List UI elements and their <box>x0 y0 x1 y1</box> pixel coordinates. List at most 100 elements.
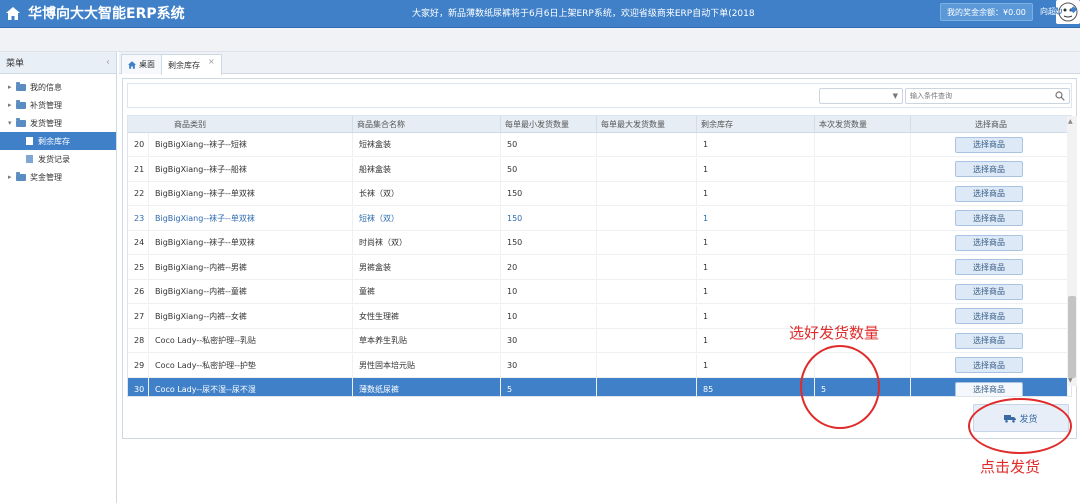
tab-label: 桌面 <box>139 60 155 69</box>
select-product-button[interactable]: 选择商品 <box>955 161 1023 177</box>
row-index: 25 <box>128 255 149 279</box>
header-cell[interactable]: 每单最大发货数量 <box>597 116 697 132</box>
table-row[interactable]: 21 BigBigXiang--袜子--船袜 船袜盒装 50 1 选择商品 <box>128 157 1068 182</box>
cell-min-qty: 50 <box>501 133 597 156</box>
cell-action: 选择商品 <box>911 353 1068 377</box>
annotation-click-ship: 点击发货 <box>980 458 1041 476</box>
filter-select[interactable]: ▼ <box>819 88 903 104</box>
table-row[interactable]: 30 Coco Lady--尿不湿--尿不湿 薄数纸尿裤 5 85 5 选择商品 <box>128 378 1068 396</box>
cell-max-qty <box>597 231 697 254</box>
cell-min-qty: 10 <box>501 304 597 328</box>
cell-stock: 1 <box>697 206 815 230</box>
sidebar-item-shipping[interactable]: ▾ 发货管理 <box>0 114 116 132</box>
select-product-button[interactable]: 选择商品 <box>955 332 1023 349</box>
cell-min-qty: 50 <box>501 157 597 181</box>
table-row[interactable]: 26 BigBigXiang--内裤--童裤 童裤 10 1 选择商品 <box>128 280 1068 304</box>
collapse-left-icon[interactable]: ‹ <box>106 57 110 68</box>
table-row[interactable]: 25 BigBigXiang--内裤--男裤 男裤盒装 20 1 选择商品 <box>128 255 1068 280</box>
sidebar-item-my-info[interactable]: ▸ 我的信息 <box>0 78 116 96</box>
header-cell[interactable]: 剩余库存 <box>697 116 815 132</box>
select-product-button[interactable]: 选择商品 <box>955 185 1023 202</box>
header-cell[interactable]: 选择商品 <box>911 116 1068 132</box>
table-row[interactable]: 27 BigBigXiang--内裤--女裤 女性生理裤 10 1 选择商品 <box>128 304 1068 329</box>
cell-category: BigBigXiang--袜子--单双袜 <box>149 182 353 205</box>
scrollbar-thumb[interactable] <box>1068 296 1076 378</box>
cell-ship-qty[interactable] <box>815 280 911 303</box>
document-icon <box>26 155 33 163</box>
cell-stock: 1 <box>697 157 815 181</box>
scroll-down-icon[interactable]: ▼ <box>1068 377 1073 384</box>
cell-name: 短袜盒装 <box>353 133 501 156</box>
search-icon[interactable] <box>1055 91 1065 101</box>
sidebar-item-bonus[interactable]: ▸ 奖金管理 <box>0 168 116 186</box>
table-row[interactable]: 29 Coco Lady--私密护理--护垫 男性固本培元贴 30 1 选择商品 <box>128 353 1068 378</box>
row-index: 21 <box>128 157 149 181</box>
sidebar-item-label: 发货管理 <box>30 118 62 128</box>
cell-name: 男裤盒装 <box>353 255 501 279</box>
cell-ship-qty[interactable] <box>815 255 911 279</box>
select-product-button[interactable]: 选择商品 <box>955 308 1023 324</box>
row-index: 20 <box>128 133 149 156</box>
notice-marquee: 大家好，新品薄数纸尿裤将于6月6日上架ERP系统，欢迎省级商来ERP自动下单(2… <box>412 9 755 19</box>
table-header: 商品类别 商品集合名称 每单最小发货数量 每单最大发货数量 剩余库存 本次发货数… <box>128 116 1068 133</box>
select-product-button[interactable]: 选择商品 <box>955 259 1023 275</box>
cell-category: BigBigXiang--袜子--船袜 <box>149 157 353 181</box>
expand-icon[interactable]: ◆ <box>1070 5 1077 15</box>
table-row[interactable]: 20 BigBigXiang--袜子--短袜 短袜盒装 50 1 选择商品 <box>128 133 1068 157</box>
cell-category: BigBigXiang--袜子--短袜 <box>149 133 353 156</box>
scroll-up-icon[interactable]: ▲ <box>1068 118 1073 125</box>
select-product-button[interactable]: 选择商品 <box>955 381 1023 396</box>
cell-stock: 1 <box>697 353 815 377</box>
tab-remaining-stock[interactable]: 剩余库存 × <box>161 54 222 75</box>
bonus-balance[interactable]: 我的奖金余额：¥0.00 <box>940 3 1033 21</box>
cell-ship-qty[interactable] <box>815 206 911 230</box>
close-icon[interactable]: × <box>208 57 215 66</box>
cell-name: 童裤 <box>353 280 501 303</box>
select-product-button[interactable]: 选择商品 <box>955 234 1023 251</box>
cell-ship-qty[interactable] <box>815 157 911 181</box>
cell-max-qty <box>597 329 697 352</box>
sidebar-item-label: 补货管理 <box>30 100 62 110</box>
cell-ship-qty[interactable] <box>815 133 911 156</box>
cell-name: 薄数纸尿裤 <box>353 378 501 396</box>
folder-icon <box>16 171 26 181</box>
table-row[interactable]: 23 BigBigXiang--袜子--单双袜 短袜（双） 150 1 选择商品 <box>128 206 1068 231</box>
cell-ship-qty[interactable] <box>815 231 911 254</box>
folder-open-icon <box>16 117 26 127</box>
cell-ship-qty[interactable] <box>815 182 911 205</box>
refresh-icon[interactable]: ↻ <box>1054 5 1063 18</box>
header-cell[interactable]: 每单最小发货数量 <box>501 116 597 132</box>
cell-name: 女性生理裤 <box>353 304 501 328</box>
header-cell[interactable]: 商品集合名称 <box>353 116 501 132</box>
cell-max-qty <box>597 255 697 279</box>
row-index: 27 <box>128 304 149 328</box>
table-row[interactable]: 28 Coco Lady--私密护理--乳贴 草本养生乳贴 30 1 选择商品 <box>128 329 1068 353</box>
select-product-button[interactable]: 选择商品 <box>955 283 1023 300</box>
tab-desktop[interactable]: 桌面 <box>121 54 162 74</box>
sidebar-item-shipping-records[interactable]: 发货记录 <box>0 150 116 168</box>
select-product-button[interactable]: 选择商品 <box>955 136 1023 153</box>
vertical-scrollbar[interactable]: ▲ ▼ <box>1067 116 1077 386</box>
sidebar-item-remaining-stock[interactable]: 剩余库存 <box>0 132 116 150</box>
home-icon <box>128 60 136 69</box>
app-header: 华博向大大智能ERP系统 大家好，新品薄数纸尿裤将于6月6日上架ERP系统，欢迎… <box>0 0 1080 28</box>
cell-stock: 85 <box>697 378 815 396</box>
table-row[interactable]: 22 BigBigXiang--袜子--单双袜 长袜（双） 150 1 选择商品 <box>128 182 1068 206</box>
table-row[interactable]: 24 BigBigXiang--袜子--单双袜 时尚袜（双） 150 1 选择商品 <box>128 231 1068 255</box>
select-product-button[interactable]: 选择商品 <box>955 210 1023 226</box>
row-index: 23 <box>128 206 149 230</box>
search-input[interactable] <box>910 90 1050 102</box>
sidebar-item-label: 剩余库存 <box>38 136 70 146</box>
header-cell[interactable]: 商品类别 <box>149 116 353 132</box>
cell-category: BigBigXiang--袜子--单双袜 <box>149 231 353 254</box>
select-product-button[interactable]: 选择商品 <box>955 357 1023 373</box>
header-cell[interactable]: 本次发货数量 <box>815 116 911 132</box>
app-logo[interactable]: 华博向大大智能ERP系统 <box>6 3 185 23</box>
cell-category: BigBigXiang--内裤--女裤 <box>149 304 353 328</box>
sidebar-item-restock[interactable]: ▸ 补货管理 <box>0 96 116 114</box>
caret-right-icon: ▸ <box>8 101 12 109</box>
cell-min-qty: 20 <box>501 255 597 279</box>
row-index: 30 <box>128 378 149 396</box>
cell-max-qty <box>597 353 697 377</box>
cell-action: 选择商品 <box>911 157 1068 181</box>
